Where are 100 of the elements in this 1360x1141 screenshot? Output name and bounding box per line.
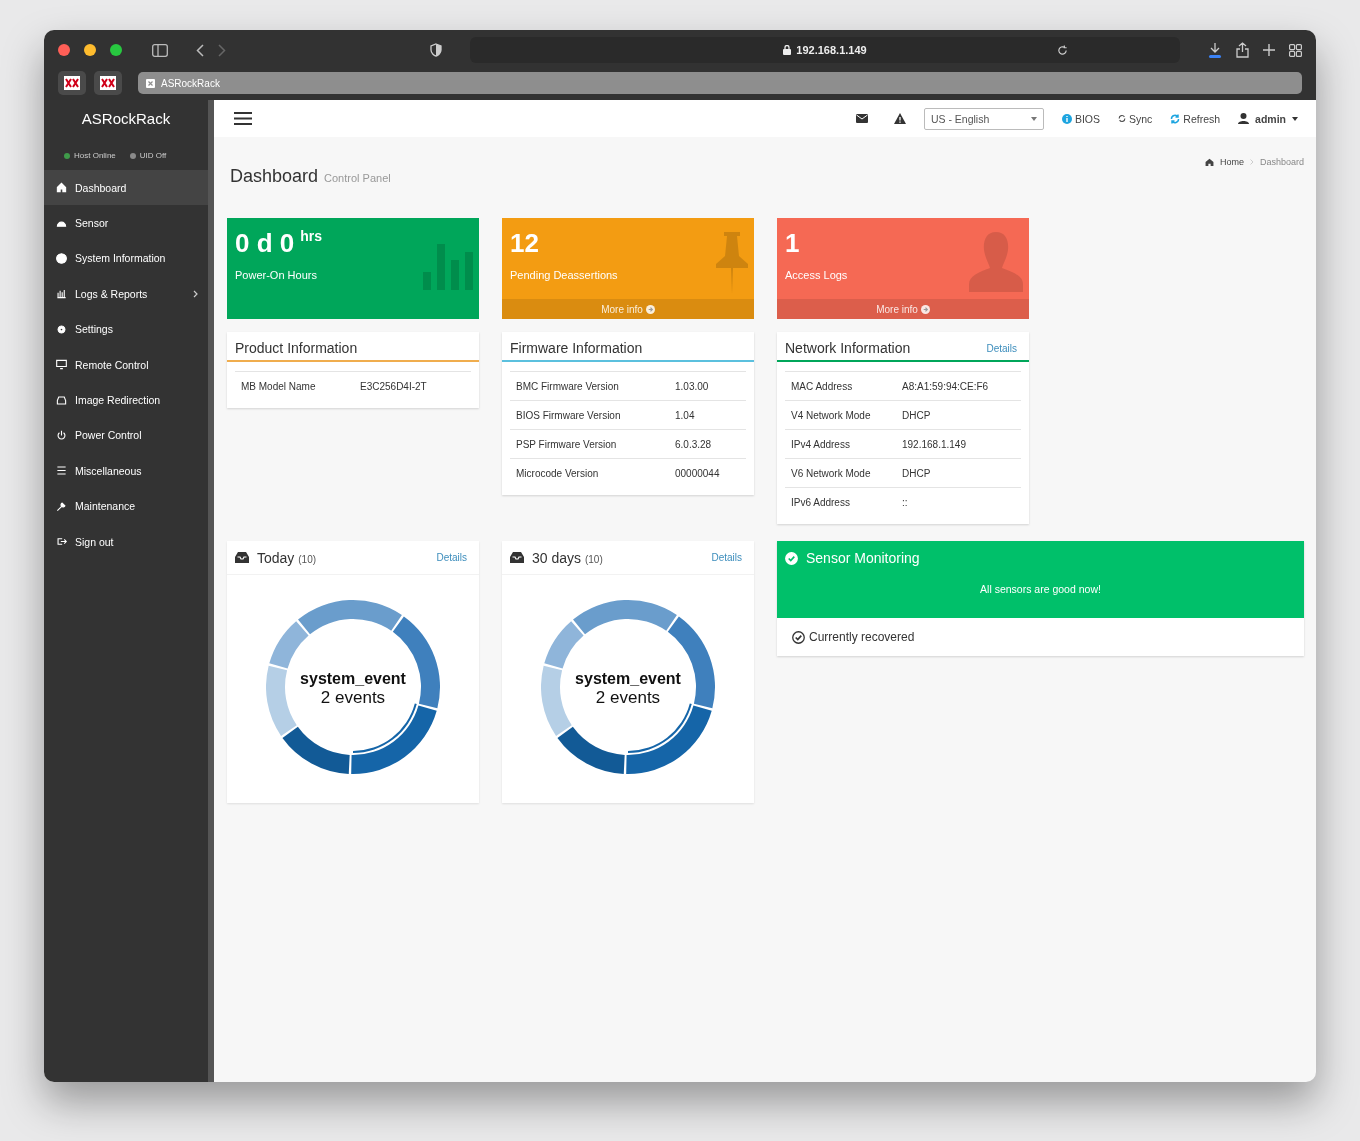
reload-icon[interactable] [1057,44,1068,56]
panel-title: 30 days (10) [532,549,604,566]
info-icon [1061,113,1072,124]
table-cell-text: V6 Network Mode [791,467,872,479]
zoom-window-button[interactable] [110,44,122,56]
table-cell-text: MB Model Name [241,380,317,392]
share-icon[interactable] [1236,42,1249,58]
sidebar-item[interactable]: Miscellaneous [44,453,208,489]
breadcrumb-link[interactable]: Home [1219,157,1244,167]
table-cell-text: A8:A1:59:94:CE:F6 [902,380,990,392]
tab-overview-icon[interactable] [1289,43,1302,57]
envelope-icon[interactable] [855,114,868,123]
table-cell-text: IPv4 Address [791,438,851,450]
close-window-button[interactable] [58,44,70,56]
page-subtitle: Control Panel [324,172,391,184]
table-cell-text: Microcode Version [516,467,600,479]
minimize-window-button[interactable] [84,44,96,56]
arrow-circle-icon [645,304,655,314]
table-cell-text: BMC Firmware Version [516,380,620,392]
pinned-tab[interactable] [94,71,122,95]
sensor-message: All sensors are good now! [979,583,1102,595]
highlight-arc [353,703,417,753]
table-cell-text: 00000044 [675,467,721,479]
donut-center-text: 2 events [595,688,661,708]
warning-icon[interactable] [893,113,906,124]
new-tab-icon[interactable] [1263,44,1275,56]
url-text[interactable]: 192.168.1.149 [796,44,867,56]
table-cell-text: MAC Address [791,380,854,392]
header-link[interactable]: Refresh [1170,112,1221,125]
tile-value: 12 [510,228,539,259]
tile-value: 0 d 0 [235,228,295,259]
status-label: Host Online [74,151,116,160]
refresh-icon [1170,113,1181,124]
lock-icon [783,45,792,55]
details-link[interactable]: Details [436,552,467,563]
tab-favicon-icon [146,78,155,88]
tile-label: Pending Deassertions [510,269,619,281]
inbox-icon [510,552,524,563]
sidebar-toggle-icon[interactable] [152,43,168,57]
table-cell-text: E3C256D4I-2T [360,380,428,392]
table-cell-text: DHCP [902,409,932,421]
header-link[interactable]: BIOS [1061,112,1100,125]
person-silhouette-icon [969,232,1023,292]
sidebar-item[interactable]: Image Redirection [44,382,208,418]
donut-center-title: system_event [575,670,681,688]
inbox-icon [235,552,249,563]
page-title: Dashboard Control Panel [230,166,391,187]
tile-unit: hrs [300,228,323,244]
panel-title: Network Information [785,340,911,356]
chevron-icon [193,289,198,298]
arrow-circle-icon [920,304,930,314]
download-icon[interactable] [1208,42,1222,58]
brand-name: ASRockRack [80,109,172,129]
check-circle-icon [792,630,805,644]
language-select[interactable]: US - English [923,107,1044,130]
sidebar-item[interactable]: Maintenance [44,488,208,524]
donut-center-title: system_event [300,670,406,688]
pinned-site-icon [100,76,116,90]
shield-icon[interactable] [430,43,442,57]
highlight-arc [628,703,692,753]
panel-title: Product Information [235,340,358,356]
caret-icon [1030,116,1037,121]
table-cell-text: 1.03.00 [675,380,710,392]
caret-icon [1292,116,1298,121]
breadcrumb-current: Dashboard [1259,157,1304,167]
table-cell-text: V4 Network Mode [791,409,872,421]
tile-value: 1 [785,228,800,259]
table-cell-text: IPv6 Address [791,496,851,508]
details-link[interactable]: Details [711,552,742,563]
status-label: UID Off [139,151,167,160]
sidebar-item[interactable]: Sensor [44,205,208,241]
header-link[interactable]: Sync [1117,112,1153,125]
table-cell-text: PSP Firmware Version [516,438,618,450]
sensor-title: Sensor Monitoring [806,550,920,566]
sidebar-item[interactable]: System Information [44,240,208,277]
sidebar-item[interactable]: Power Control [44,417,208,454]
tile-label: Power-On Hours [235,269,318,281]
tile-label: Access Logs [785,269,849,281]
sidebar-item[interactable]: Settings [44,311,208,347]
table-cell-text: 1.04 [675,409,696,421]
sensor-status: Currently recovered [809,630,915,644]
table-cell-text: BIOS Firmware Version [516,409,622,421]
sidebar-item[interactable]: Dashboard [44,170,208,206]
check-circle-icon [785,551,798,565]
sidebar-item[interactable]: Sign out [44,523,208,560]
separator-icon [1249,159,1254,165]
donut-center-text: 2 events [320,688,386,708]
details-link[interactable]: Details [986,342,1017,354]
sidebar-item[interactable]: Logs & Reports [44,276,208,312]
user-menu[interactable]: admin [1238,112,1298,125]
home-icon [1204,158,1214,166]
pinned-tab[interactable] [58,71,86,95]
sidebar-item[interactable]: Remote Control [44,346,208,383]
table-cell-text: 6.0.3.28 [675,438,713,450]
table-cell-text: 192.168.1.149 [902,438,967,450]
sync-icon [1117,114,1126,123]
pinned-site-icon [64,76,80,90]
table-cell-text: :: [902,496,909,508]
panel-title: Today (10) [257,549,318,566]
user-icon [1238,113,1250,124]
